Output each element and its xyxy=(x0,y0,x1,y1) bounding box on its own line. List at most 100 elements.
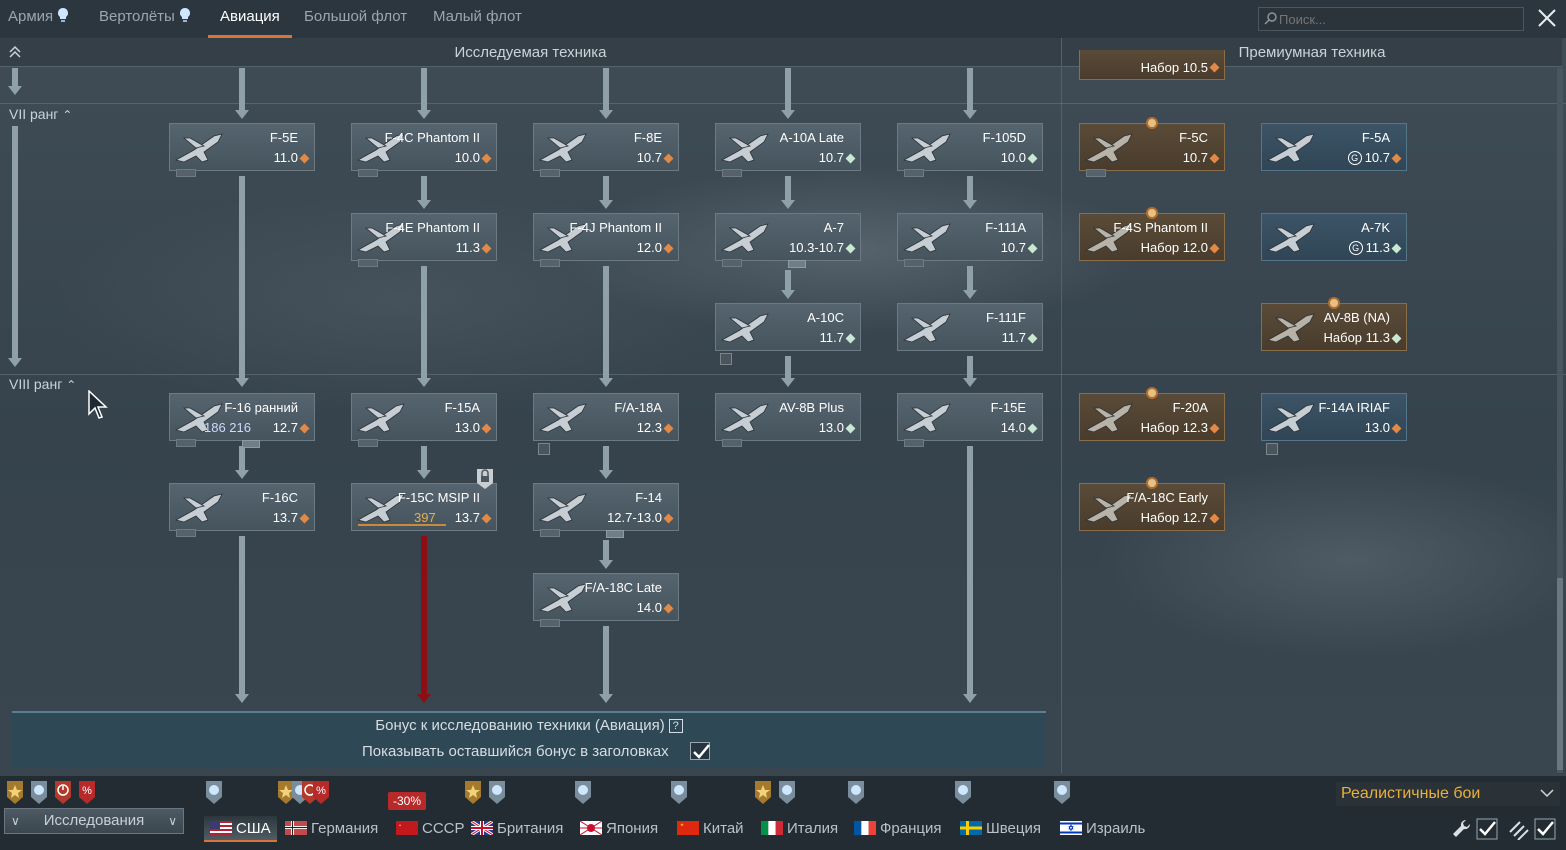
modification-tab[interactable] xyxy=(722,169,742,177)
tab-bluewater-fleet[interactable]: Большой флот xyxy=(304,0,407,38)
modification-tab[interactable] xyxy=(1086,169,1106,177)
nation-tab-france[interactable]: Франция xyxy=(854,816,941,842)
nation-tab-italy[interactable]: Италия xyxy=(761,816,838,842)
china-flag-icon xyxy=(677,821,699,835)
vehicle-card[interactable]: F-14 12.7-13.0 xyxy=(533,483,679,538)
nation-tab-ussr[interactable]: СССР xyxy=(396,816,465,842)
aircraft-icon xyxy=(720,313,769,343)
vehicle-card[interactable]: F-4E Phantom II 11.3 xyxy=(351,213,497,267)
premium-pack-partial-card[interactable]: Набор 10.5 xyxy=(1079,50,1225,80)
connector-line xyxy=(967,68,973,110)
vehicle-card[interactable]: F-5C 10.7 xyxy=(1079,117,1225,177)
vehicle-card[interactable]: F-20A Набор 12.3 xyxy=(1079,387,1225,441)
ground-mode-icon xyxy=(1027,153,1038,164)
scrollbar-thumb[interactable] xyxy=(1557,578,1563,770)
nation-tab-israel[interactable]: Израиль xyxy=(1060,816,1145,842)
modification-tab[interactable] xyxy=(540,529,560,537)
checkmark-icon[interactable] xyxy=(1476,818,1498,840)
wrench-icon[interactable] xyxy=(1450,818,1472,840)
vehicle-name: F/A-18A xyxy=(614,400,662,415)
vehicle-card[interactable]: F-15E 14.0 xyxy=(897,393,1043,447)
vehicle-card[interactable]: F-16 ранний 12.7 186 216 xyxy=(169,393,315,448)
modification-tab[interactable] xyxy=(722,439,742,447)
squad-stripes-icon[interactable] xyxy=(1508,818,1530,840)
group-folder-icon[interactable] xyxy=(242,440,260,448)
vehicle-card[interactable]: F/A-18A 12.3 xyxy=(533,393,679,455)
vehicle-card[interactable]: F/A-18C Late 14.0 xyxy=(533,573,679,627)
modification-tab[interactable] xyxy=(540,619,560,627)
vehicle-card[interactable]: AV-8B (NA) Набор 11.3 xyxy=(1261,297,1407,351)
vehicle-card[interactable]: F-5E 11.0 xyxy=(169,123,315,177)
modification-tab[interactable] xyxy=(904,439,924,447)
modification-tab[interactable] xyxy=(358,169,378,177)
modification-tab[interactable] xyxy=(904,259,924,267)
vehicle-card[interactable]: F-5A G 10.7 xyxy=(1261,123,1407,171)
nation-tab-germany[interactable]: Германия xyxy=(285,816,378,842)
show-bonus-checkbox[interactable] xyxy=(690,742,710,760)
tab-helicopters[interactable]: Вертолёты xyxy=(99,0,191,38)
nation-tab-usa[interactable]: США xyxy=(204,816,277,842)
modification-tab[interactable] xyxy=(722,259,742,267)
lightbulb-icon xyxy=(58,8,69,22)
vehicle-card[interactable]: F-14A IRIAF 13.0 xyxy=(1261,393,1407,455)
japan-flag-icon xyxy=(580,821,602,835)
vehicle-card[interactable]: F-111F 11.7 xyxy=(897,303,1043,351)
research-points: 397 xyxy=(414,510,436,525)
arrow-down-icon xyxy=(599,694,613,703)
arrow-down-icon xyxy=(235,694,249,703)
vehicle-card[interactable]: F/A-18C Early Набор 12.7 xyxy=(1079,477,1225,531)
help-icon[interactable]: ? xyxy=(668,719,683,733)
vehicle-card[interactable]: F-4J Phantom II 12.0 xyxy=(533,213,679,267)
connector-line xyxy=(785,176,791,200)
research-button[interactable]: ∨ Исследования ∨ xyxy=(4,808,184,834)
battle-rating: 10.7 xyxy=(818,150,844,165)
nation-tab-japan[interactable]: Япония xyxy=(580,816,658,842)
vehicle-card[interactable]: A-10C 11.7 xyxy=(715,303,861,365)
search-input[interactable] xyxy=(1258,7,1524,31)
rp-diamond-icon xyxy=(663,603,674,614)
group-folder-icon[interactable] xyxy=(606,530,624,538)
vehicle-card[interactable]: A-7K G 11.3 xyxy=(1261,213,1407,261)
vehicle-card[interactable]: F-16C 13.7 xyxy=(169,483,315,537)
rank-viii-label[interactable]: VIII ранг ⌃ xyxy=(9,376,76,392)
close-icon[interactable] xyxy=(1535,6,1559,30)
vehicle-card[interactable]: A-10A Late 10.7 xyxy=(715,123,861,177)
vehicle-card[interactable]: F-105D 10.0 xyxy=(897,123,1043,177)
vehicle-card[interactable]: F-15A 13.0 xyxy=(351,393,497,447)
vehicle-card[interactable]: F-4C Phantom II 10.0 xyxy=(351,123,497,177)
vehicle-card[interactable]: F-4S Phantom II Набор 12.0 xyxy=(1079,207,1225,261)
group-folder-icon[interactable] xyxy=(788,260,806,268)
arrow-down-icon xyxy=(417,110,431,119)
modification-tab[interactable] xyxy=(540,259,560,267)
collapse-all-icon[interactable] xyxy=(7,44,23,60)
modification-tab[interactable] xyxy=(176,529,196,537)
modification-tab[interactable] xyxy=(176,439,196,447)
vehicle-card[interactable]: F-111A 10.7 xyxy=(897,213,1043,267)
nation-tab-china[interactable]: Китай xyxy=(677,816,744,842)
vehicle-card[interactable]: A-7 10.3-10.7 xyxy=(715,213,861,268)
arrow-down-icon xyxy=(963,110,977,119)
battle-rating: Набор 12.0 xyxy=(1140,240,1208,255)
modification-tab[interactable] xyxy=(358,439,378,447)
tab-army[interactable]: Армия xyxy=(8,0,69,38)
sweden-flag-icon xyxy=(960,821,982,835)
game-mode-select[interactable]: Реалистичные бои xyxy=(1336,782,1560,806)
connector-line xyxy=(967,446,973,694)
modification-tab[interactable] xyxy=(540,169,560,177)
modification-tab[interactable] xyxy=(176,169,196,177)
rank-vii-label[interactable]: VII ранг ⌃ xyxy=(9,106,72,122)
nation-tab-sweden[interactable]: Швеция xyxy=(960,816,1041,842)
battle-rating: 12.7 xyxy=(272,420,298,435)
arrow-down-icon xyxy=(599,560,613,569)
checkmark-icon[interactable] xyxy=(1534,818,1556,840)
tab-coastal-fleet[interactable]: Малый флот xyxy=(433,0,522,38)
nation-tab-britain[interactable]: Британия xyxy=(471,816,563,842)
tab-aviation[interactable]: Авиация xyxy=(208,0,292,38)
chevron-up-icon: ⌃ xyxy=(66,378,77,392)
vehicle-card[interactable]: F-15C MSIP II 13.7 397 xyxy=(351,469,497,531)
timer-badge-icon xyxy=(55,781,71,804)
modification-tab[interactable] xyxy=(904,169,924,177)
vehicle-card[interactable]: AV-8B Plus 13.0 xyxy=(715,393,861,447)
vehicle-card[interactable]: F-8E 10.7 xyxy=(533,123,679,177)
modification-tab[interactable] xyxy=(358,259,378,267)
